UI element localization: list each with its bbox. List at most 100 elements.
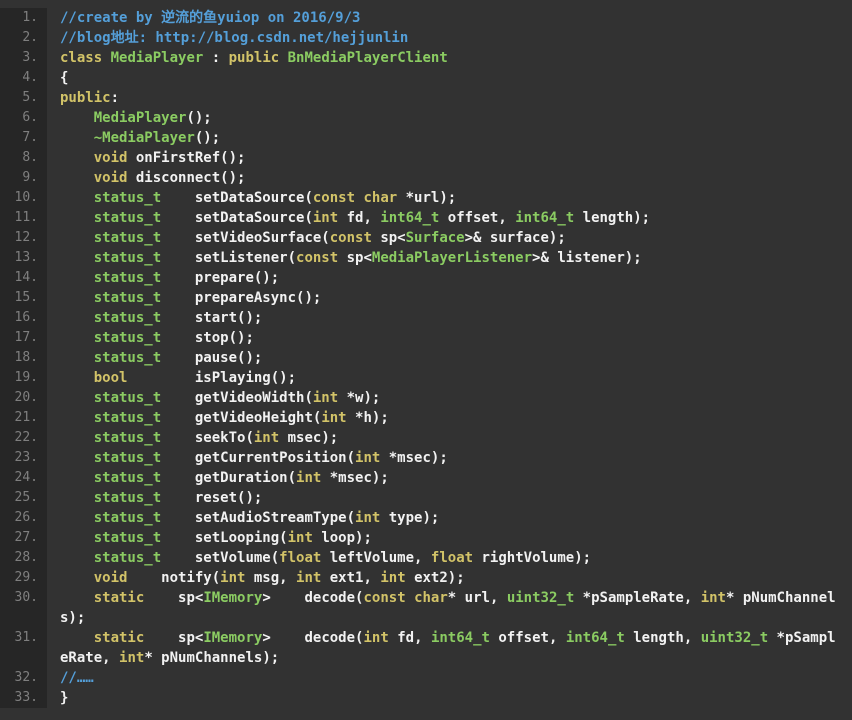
code-line: 28. status_t setVolume(float leftVolume,… [0, 548, 852, 568]
code-token-keyword: int [321, 410, 347, 426]
code-line: 27. status_t setLooping(int loop); [0, 528, 852, 548]
code-token-plain: > decode( [262, 590, 364, 606]
code-text: status_t setAudioStreamType(int type); [47, 508, 852, 528]
code-token-type: IMemory [203, 590, 263, 606]
code-token-keyword: int [119, 650, 145, 666]
line-number: 2. [0, 28, 47, 48]
code-text: status_t setVolume(float leftVolume, flo… [47, 548, 852, 568]
code-token-plain: *w); [338, 390, 381, 406]
code-line: 14. status_t prepare(); [0, 268, 852, 288]
code-text: public: [47, 88, 852, 108]
line-number: 5. [0, 88, 47, 108]
code-token-type: status_t [93, 330, 162, 346]
code-token-keyword: static [93, 590, 145, 606]
code-token-plain: stop(); [161, 330, 254, 346]
line-number: 30. [0, 588, 47, 608]
code-token-plain: offset, [489, 630, 566, 646]
code-text: status_t getVideoHeight(int *h); [47, 408, 852, 428]
line-number: 1. [0, 8, 47, 28]
code-text: } [47, 688, 852, 708]
code-token-comment: //create by 逆流的鱼yuiop on 2016/9/3 [60, 10, 361, 26]
code-token-type: status_t [93, 290, 162, 306]
code-token-keyword: char [414, 590, 448, 606]
code-token-keyword: int [296, 470, 322, 486]
code-token-type: status_t [93, 230, 162, 246]
code-token-keyword: const [363, 590, 406, 606]
code-token-plain: seekTo( [161, 430, 254, 446]
code-token-keyword: int [312, 210, 339, 226]
code-line: 24. status_t getDuration(int *msec); [0, 468, 852, 488]
code-token-plain: leftVolume, [321, 550, 431, 566]
code-text: class MediaPlayer : public BnMediaPlayer… [47, 48, 852, 68]
code-token-plain: *pSampleRate, [574, 590, 701, 606]
code-token-plain: msec); [279, 430, 339, 446]
code-line: 29. void notify(int msg, int ext1, int e… [0, 568, 852, 588]
code-rows[interactable]: 1. //create by 逆流的鱼yuiop on 2016/9/3 2. //b… [0, 8, 852, 708]
line-number: 3. [0, 48, 47, 68]
code-token-plain: *msec); [321, 470, 389, 486]
code-token-type: int64_t [515, 210, 575, 226]
code-token-type: status_t [93, 430, 162, 446]
code-line: 11. status_t setDataSource(int fd, int64… [0, 208, 852, 228]
line-number: 24. [0, 468, 47, 488]
code-token-plain: ext2); [405, 570, 465, 586]
code-token-type: int64_t [380, 210, 440, 226]
code-text: void disconnect(); [47, 168, 852, 188]
code-text: status_t prepare(); [47, 268, 852, 288]
line-number: 21. [0, 408, 47, 428]
line-number: 22. [0, 428, 47, 448]
line-number: 33. [0, 688, 47, 708]
code-line: eRate, int* pNumChannels); [0, 648, 852, 668]
code-token-type: status_t [93, 530, 162, 546]
code-token-plain: isPlaying(); [127, 370, 297, 386]
code-token-plain: fd, [338, 210, 381, 226]
code-token-plain: } [60, 690, 69, 706]
line-number: 16. [0, 308, 47, 328]
code-text: status_t seekTo(int msec); [47, 428, 852, 448]
code-line: s); [0, 608, 852, 628]
code-token-plain: : [110, 90, 120, 106]
code-token-plain: reset(); [161, 490, 263, 506]
code-text: eRate, int* pNumChannels); [47, 648, 852, 668]
line-number: 26. [0, 508, 47, 528]
code-token-plain: getDuration( [161, 470, 297, 486]
code-token-type: status_t [93, 490, 162, 506]
code-token-keyword: void [93, 170, 128, 186]
code-token-type: status_t [93, 410, 162, 426]
code-token-type: status_t [93, 510, 162, 526]
line-number: 32. [0, 668, 47, 688]
code-line: 15. status_t prepareAsync(); [0, 288, 852, 308]
code-token-plain: *h); [346, 410, 389, 426]
code-token-plain: (); [186, 110, 212, 126]
code-token-keyword: bool [93, 370, 128, 386]
code-token-plain: (); [194, 130, 221, 146]
code-token-type: MediaPlayer [93, 110, 187, 126]
code-token-plain: * pNumChannels); [144, 650, 280, 666]
code-token-plain: rightVolume); [473, 550, 592, 566]
code-token-keyword: float [430, 550, 474, 566]
code-text: status_t stop(); [47, 328, 852, 348]
code-line: 18. status_t pause(); [0, 348, 852, 368]
code-text: void onFirstRef(); [47, 148, 852, 168]
code-line: 10. status_t setDataSource(const char *u… [0, 188, 852, 208]
line-number: 23. [0, 448, 47, 468]
code-line: 9. void disconnect(); [0, 168, 852, 188]
line-number: 18. [0, 348, 47, 368]
code-token-plain: pause(); [161, 350, 263, 366]
line-number: 31. [0, 628, 47, 648]
code-text: s); [47, 608, 852, 628]
code-text: MediaPlayer(); [47, 108, 852, 128]
